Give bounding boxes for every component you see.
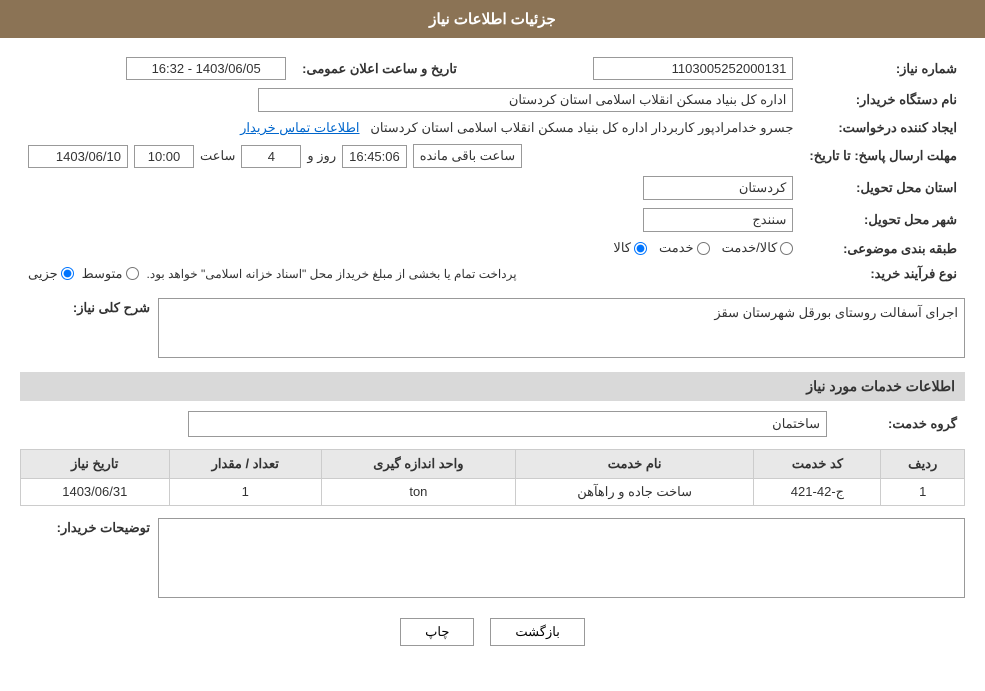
tabaqe-label: طبقه بندی موضوعی: [801,236,965,262]
buyer-desc-box [158,518,965,598]
group-service-label: گروه خدمت: [835,407,965,441]
buttons-row: بازگشت چاپ [20,618,965,646]
service-table: ردیف کد خدمت نام خدمت واحد اندازه گیری ت… [20,449,965,506]
col-nam: نام خدمت [515,449,754,478]
mohlat-saat-label: ساعت [200,148,235,164]
tarikh-value: 1403/06/05 - 16:32 [126,57,286,80]
mohlat-baqi-value: ساعت باقی مانده [413,144,522,168]
cell-nam: ساخت جاده و راهآهن [515,478,754,505]
service-section-title: اطلاعات خدمات مورد نیاز [20,372,965,401]
radio-khedmat[interactable]: خدمت [659,240,710,256]
shahr-label: شهر محل تحویل: [801,204,965,236]
back-button[interactable]: بازگشت [490,618,584,646]
ijad-konande-value: جسرو خدامرادپور کاربردار اداره کل بنیاد … [370,120,793,135]
cell-tedad: 1 [169,478,321,505]
buyer-desc-label: توضیحات خریدار: [57,520,150,535]
radio-jozii[interactable]: جزیی [28,266,74,282]
nooe-desc-text: پرداخت تمام یا بخشی از مبلغ خریداز محل "… [147,267,517,281]
shahr-value: سنندج [643,208,793,232]
page-title: جزئیات اطلاعات نیاز [429,11,556,28]
cell-kod: ج-42-421 [754,478,881,505]
mohlat-time-box: 16:45:06 [342,145,407,168]
tarikh-label: تاریخ و ساعت اعلان عمومی: [294,53,465,84]
shmare-niaz-label: شماره نیاز: [801,53,965,84]
cell-tarikh: 1403/06/31 [21,478,170,505]
nam-dastgah-label: نام دستگاه خریدار: [801,84,965,116]
ijad-konande-label: ایجاد کننده درخواست: [801,116,965,140]
mohlat-rooz-label: روز و [307,148,336,164]
cell-radif: 1 [881,478,965,505]
radio-motavast[interactable]: متوسط [82,266,139,282]
group-service-value: ساختمان [188,411,827,437]
nooe-farayand-label: نوع فرآیند خرید: [801,262,965,286]
info-table: شماره نیاز: 1103005252000131 تاریخ و ساع… [20,53,965,286]
col-tedad: تعداد / مقدار [169,449,321,478]
ostan-value: کردستان [643,176,793,200]
nam-dastgah-value: اداره کل بنیاد مسکن انقلاب اسلامی استان … [258,88,794,112]
mohlat-date-value: 1403/06/10 [28,145,128,168]
mohlat-saat-value: 10:00 [134,145,194,168]
col-tarikh: تاریخ نیاز [21,449,170,478]
print-button[interactable]: چاپ [400,618,474,646]
ettelaat-tamas-link[interactable]: اطلاعات تماس خریدار [240,120,359,135]
sharh-niaz-box: اجرای آسفالت روستای بورقل شهرستان سقز [158,298,965,358]
radio-kala-khedmat[interactable]: کالا/خدمت [722,240,794,256]
page-header: جزئیات اطلاعات نیاز [0,0,985,38]
radio-kala[interactable]: کالا [613,240,647,256]
col-radif: ردیف [881,449,965,478]
shmare-niaz-value: 1103005252000131 [593,57,793,80]
col-vahed: واحد اندازه گیری [321,449,515,478]
cell-vahed: ton [321,478,515,505]
table-row: 1 ج-42-421 ساخت جاده و راهآهن ton 1 1403… [21,478,965,505]
sharh-label: شرح کلی نیاز: [73,300,150,315]
group-service-table: گروه خدمت: ساختمان [20,407,965,441]
mohlat-label: مهلت ارسال پاسخ: تا تاریخ: [801,140,965,172]
col-kod: کد خدمت [754,449,881,478]
ostan-label: استان محل تحویل: [801,172,965,204]
mohlat-rooz-value: 4 [241,145,301,168]
sharh-niaz-value: اجرای آسفالت روستای بورقل شهرستان سقز [714,305,958,320]
